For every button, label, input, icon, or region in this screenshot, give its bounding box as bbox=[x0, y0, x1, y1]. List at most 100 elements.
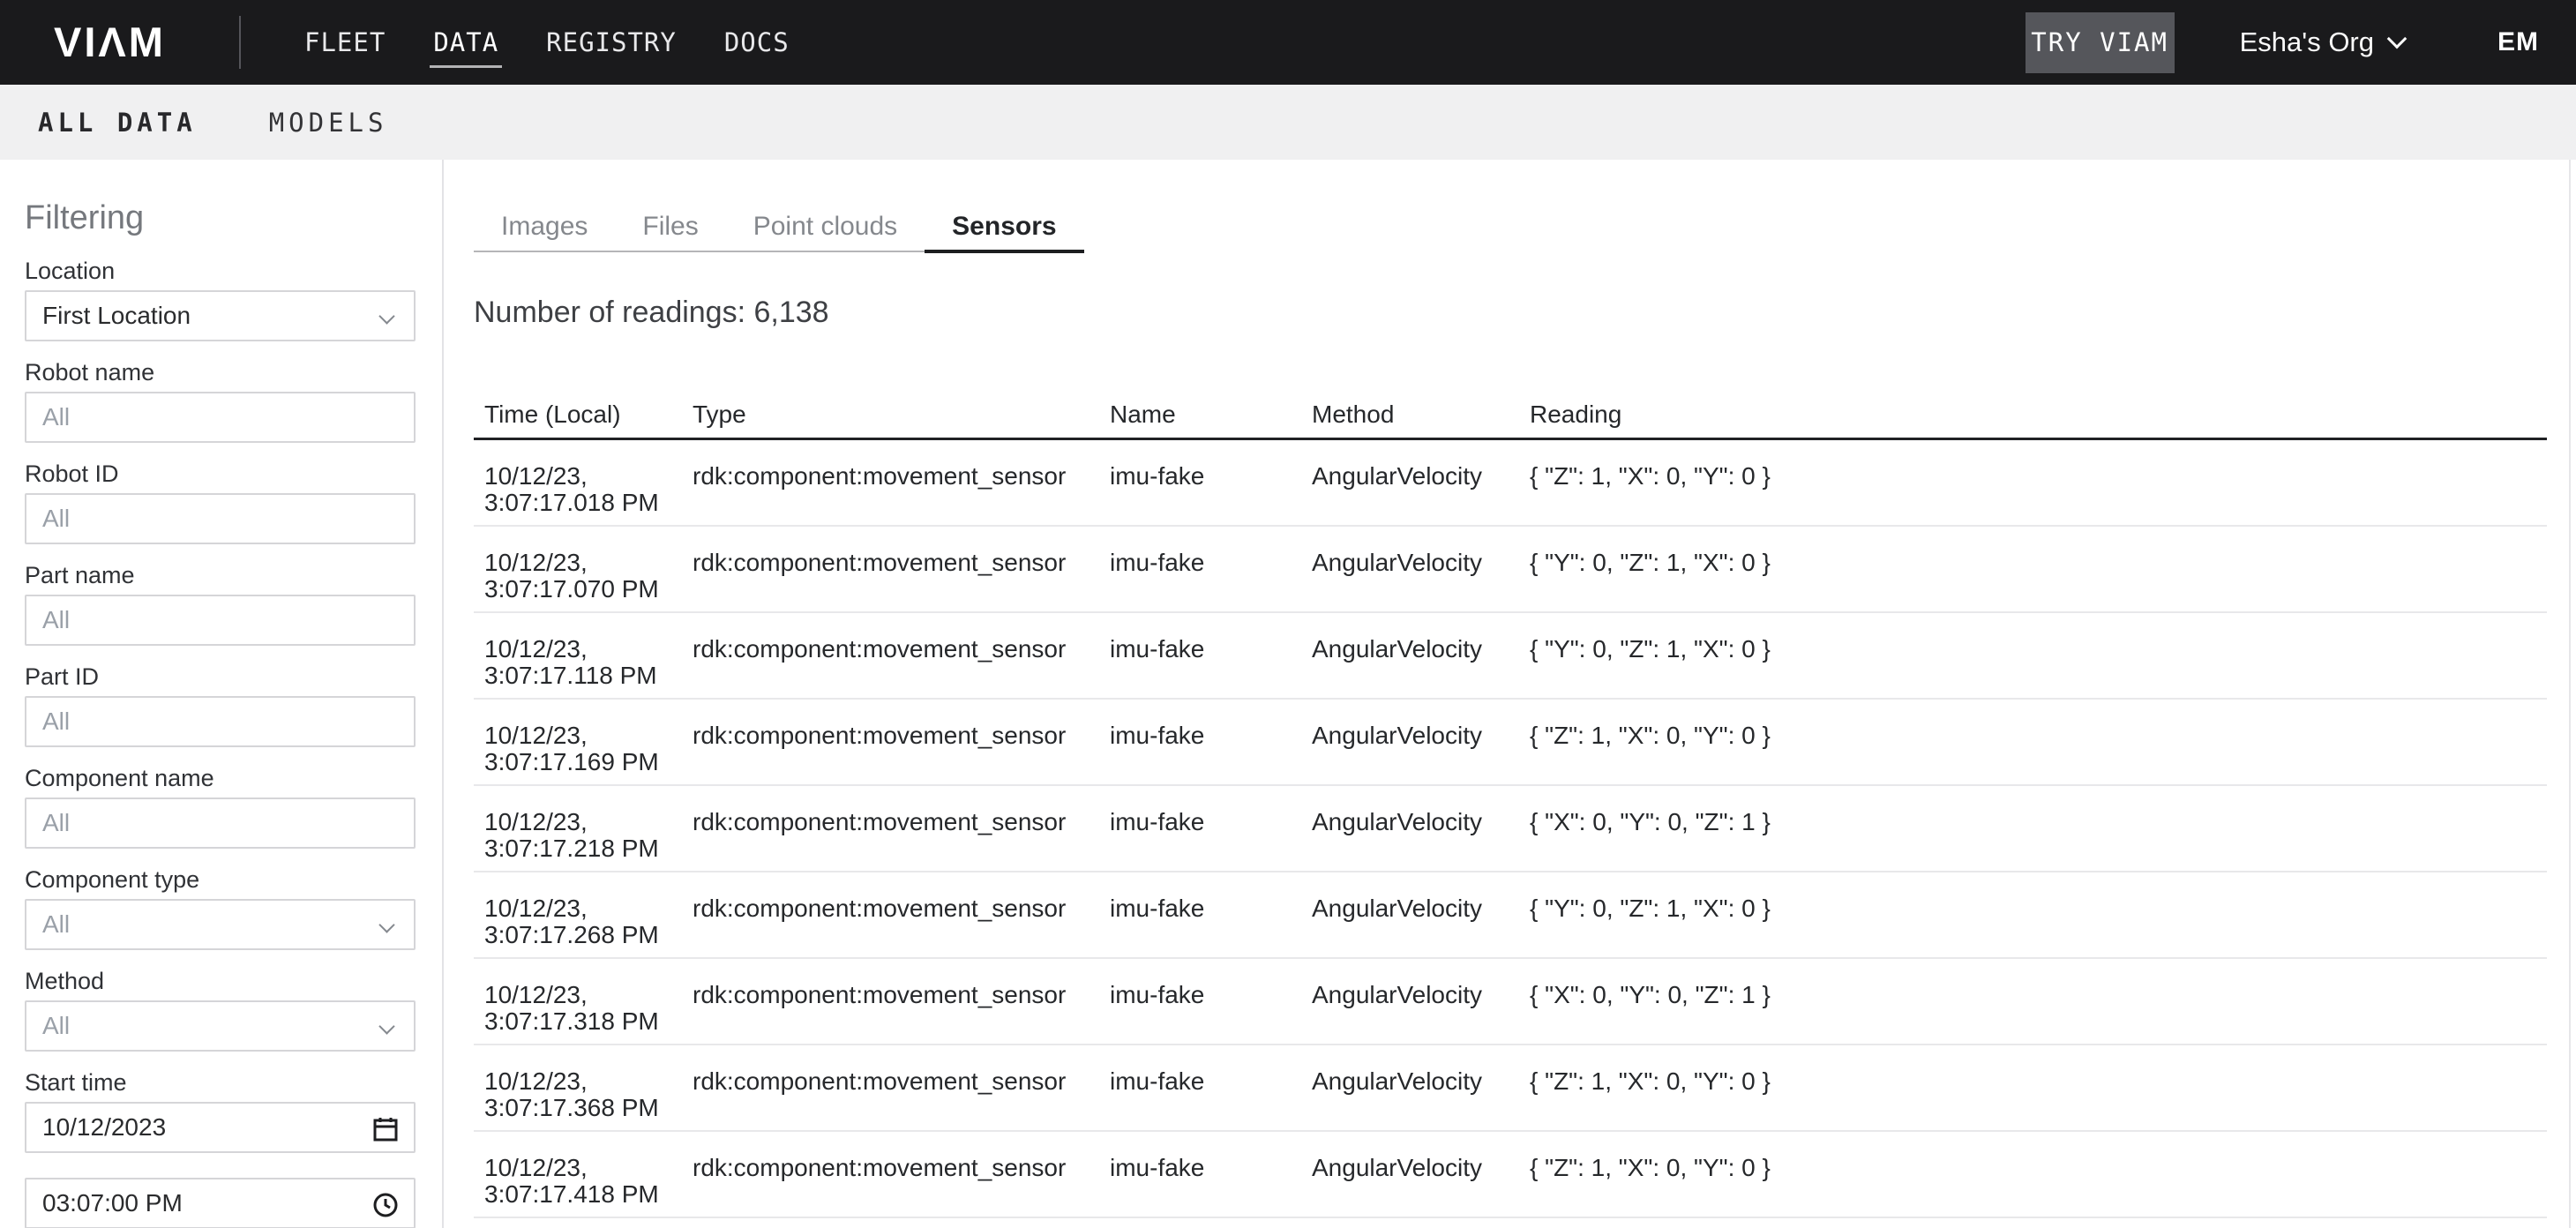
nav-item-registry[interactable]: REGISTRY bbox=[546, 15, 677, 70]
tab-files[interactable]: Files bbox=[615, 203, 725, 251]
org-switcher[interactable]: Esha's Org bbox=[2240, 26, 2404, 58]
cell-time: 10/12/23, 3:07:17.368 PM bbox=[484, 1068, 684, 1121]
filter-fields: LocationFirst LocationRobot nameAllRobot… bbox=[25, 257, 416, 1228]
cell-time: 10/12/23, 3:07:17.018 PM bbox=[484, 463, 684, 516]
filter-field-time: 03:07:00 PM bbox=[25, 1178, 416, 1228]
input-placeholder: All bbox=[42, 1012, 70, 1040]
viam-data-page: VIΛM FLEET DATA REGISTRY DOCS TRY VIAM Esha… bbox=[0, 0, 2576, 1228]
nav-item-fleet[interactable]: FLEET bbox=[304, 15, 386, 70]
table-row[interactable]: 10/12/23, 3:07:17.118 PMrdk:component:mo… bbox=[474, 613, 2547, 700]
tab-sensors[interactable]: Sensors bbox=[925, 203, 1083, 251]
filter-heading: Filtering bbox=[25, 197, 416, 239]
column-header-method: Method bbox=[1312, 401, 1521, 429]
input-placeholder: All bbox=[42, 708, 70, 736]
nav-item-label: DATA bbox=[433, 27, 498, 57]
cell-type: rdk:component:movement_sensor bbox=[693, 1068, 1101, 1095]
try-viam-button[interactable]: TRY VIAM bbox=[2026, 12, 2175, 73]
input-placeholder: All bbox=[42, 403, 70, 431]
cell-time: 10/12/23, 3:07:17.318 PM bbox=[484, 982, 684, 1035]
cell-method: AngularVelocity bbox=[1312, 550, 1521, 576]
cell-reading: { "Z": 1, "X": 0, "Y": 0 } bbox=[1530, 463, 1771, 490]
filter-sidebar: Filtering Location First Location Robot na… bbox=[0, 160, 444, 1228]
cell-time: 10/12/23, 3:07:17.268 PM bbox=[484, 895, 684, 948]
user-avatar[interactable]: EM bbox=[2497, 27, 2539, 57]
filter-field-method: Method All bbox=[25, 967, 416, 1052]
chevron-down-icon bbox=[378, 917, 394, 932]
text-input[interactable]: All bbox=[25, 392, 416, 443]
field-label: Robot ID bbox=[25, 460, 416, 488]
field-label: Part ID bbox=[25, 663, 416, 691]
cell-type: rdk:component:movement_sensor bbox=[693, 809, 1101, 835]
cell-type: rdk:component:movement_sensor bbox=[693, 895, 1101, 922]
input-placeholder: All bbox=[42, 809, 70, 837]
column-header-reading: Reading bbox=[1530, 401, 1621, 429]
table-row[interactable]: 10/12/23, 3:07:17.070 PM rdk:component:mo… bbox=[474, 527, 2547, 613]
nav-item-docs[interactable]: DOCS bbox=[724, 15, 790, 70]
cell-name: imu-fake bbox=[1110, 1155, 1303, 1181]
cell-type: rdk:component:movement_sensor bbox=[693, 723, 1101, 749]
cell-reading: { "Z": 1, "X": 0, "Y": 0 } bbox=[1530, 1068, 1771, 1095]
table-row[interactable]: 10/12/23, 3:07:17.368 PM rdk:component:mo… bbox=[474, 1045, 2547, 1132]
cell-type: rdk:component:movement_sensor bbox=[693, 550, 1101, 576]
select-input[interactable]: All bbox=[25, 1000, 416, 1052]
chevron-down-icon bbox=[378, 308, 394, 324]
tab-images[interactable]: Images bbox=[474, 203, 615, 251]
cell-name: imu-fake bbox=[1110, 895, 1303, 922]
cell-type: rdk:component:movement_sensor bbox=[693, 982, 1101, 1008]
text-input[interactable]: All bbox=[25, 493, 416, 544]
cell-time: 10/12/23, 3:07:17.218 PM bbox=[484, 809, 684, 862]
cell-time: 10/12/23, 3:07:17.070 PM bbox=[484, 550, 684, 603]
active-nav-underline bbox=[430, 65, 502, 68]
subnav-tab-all-data[interactable]: ALL DATA bbox=[38, 108, 197, 138]
text-input[interactable]: All bbox=[25, 595, 416, 646]
time-input[interactable]: 03:07:00 PM bbox=[25, 1178, 416, 1228]
table-row[interactable]: 10/12/23, 3:07:17.169 PM rdk:component:mo… bbox=[474, 700, 2547, 786]
filter-field-component-name: Component nameAll bbox=[25, 764, 416, 849]
cell-name: imu-fake bbox=[1110, 463, 1303, 490]
filter-field-part-id: Part ID All bbox=[25, 663, 416, 747]
field-label: Method bbox=[25, 967, 416, 995]
table-row[interactable]: 10/12/23, 3:07:17.418 PMrdk:component:mo… bbox=[474, 1132, 2547, 1218]
cell-method: AngularVelocity bbox=[1312, 809, 1521, 835]
column-header-name: Name bbox=[1110, 401, 1303, 429]
date-input[interactable]: 10/12/2023 bbox=[25, 1102, 416, 1153]
tab-point-clouds[interactable]: Point clouds bbox=[726, 203, 925, 251]
filter-field-robot-name: Robot name All bbox=[25, 358, 416, 443]
nav-item-data[interactable]: DATA bbox=[433, 15, 498, 70]
field-label: Start time bbox=[25, 1068, 416, 1097]
table-row[interactable]: 10/12/23, 3:07:17.218 PM rdk:component:mo… bbox=[474, 786, 2547, 872]
field-label: Robot name bbox=[25, 358, 416, 386]
input-placeholder: All bbox=[42, 505, 70, 533]
cell-name: imu-fake bbox=[1110, 982, 1303, 1008]
cell-time: 10/12/23, 3:07:17.118 PM bbox=[484, 636, 684, 689]
field-label: Part name bbox=[25, 561, 416, 589]
cell-method: AngularVelocity bbox=[1312, 982, 1521, 1008]
field-label: Component type bbox=[25, 865, 416, 894]
select-input[interactable]: First Location bbox=[25, 290, 416, 341]
sensor-readings-table: Time (Local)TypeNameMethodReading 10/12/… bbox=[474, 381, 2547, 1218]
text-input[interactable]: All bbox=[25, 797, 416, 849]
cell-method: AngularVelocity bbox=[1312, 895, 1521, 922]
cell-time: 10/12/23, 3:07:17.169 PM bbox=[484, 723, 684, 775]
input-placeholder: All bbox=[42, 910, 70, 939]
filter-field-start-time: Start time 10/12/2023 bbox=[25, 1068, 416, 1153]
text-input[interactable]: All bbox=[25, 696, 416, 747]
table-row[interactable]: 10/12/23, 3:07:17.018 PM rdk:component:mo… bbox=[474, 440, 2547, 527]
calendar-icon bbox=[371, 1115, 400, 1143]
cell-name: imu-fake bbox=[1110, 809, 1303, 835]
viam-logo[interactable]: VIΛM bbox=[54, 19, 166, 65]
cell-type: rdk:component:movement_sensor bbox=[693, 463, 1101, 490]
cell-reading: { "Z": 1, "X": 0, "Y": 0 } bbox=[1530, 723, 1771, 749]
column-header-time-local: Time (Local) bbox=[484, 401, 684, 429]
cell-name: imu-fake bbox=[1110, 636, 1303, 663]
subnav-tab-models[interactable]: MODELS bbox=[269, 108, 388, 138]
filter-field-robot-id: Robot ID All bbox=[25, 460, 416, 544]
table-row[interactable]: 10/12/23, 3:07:17.318 PM rdk:component:mo… bbox=[474, 959, 2547, 1045]
main-content: ImagesFilesPoint cloudsSensors Number of… bbox=[446, 160, 2576, 1228]
table-row[interactable]: 10/12/23, 3:07:17.268 PM rdk:component:mo… bbox=[474, 872, 2547, 959]
nav-right: TRY VIAM Esha's Org EM bbox=[2026, 0, 2576, 85]
field-label: Location bbox=[25, 257, 416, 285]
scrollbar-track[interactable] bbox=[2569, 160, 2571, 1228]
select-input[interactable]: All bbox=[25, 899, 416, 950]
filter-field-part-name: Part name All bbox=[25, 561, 416, 646]
